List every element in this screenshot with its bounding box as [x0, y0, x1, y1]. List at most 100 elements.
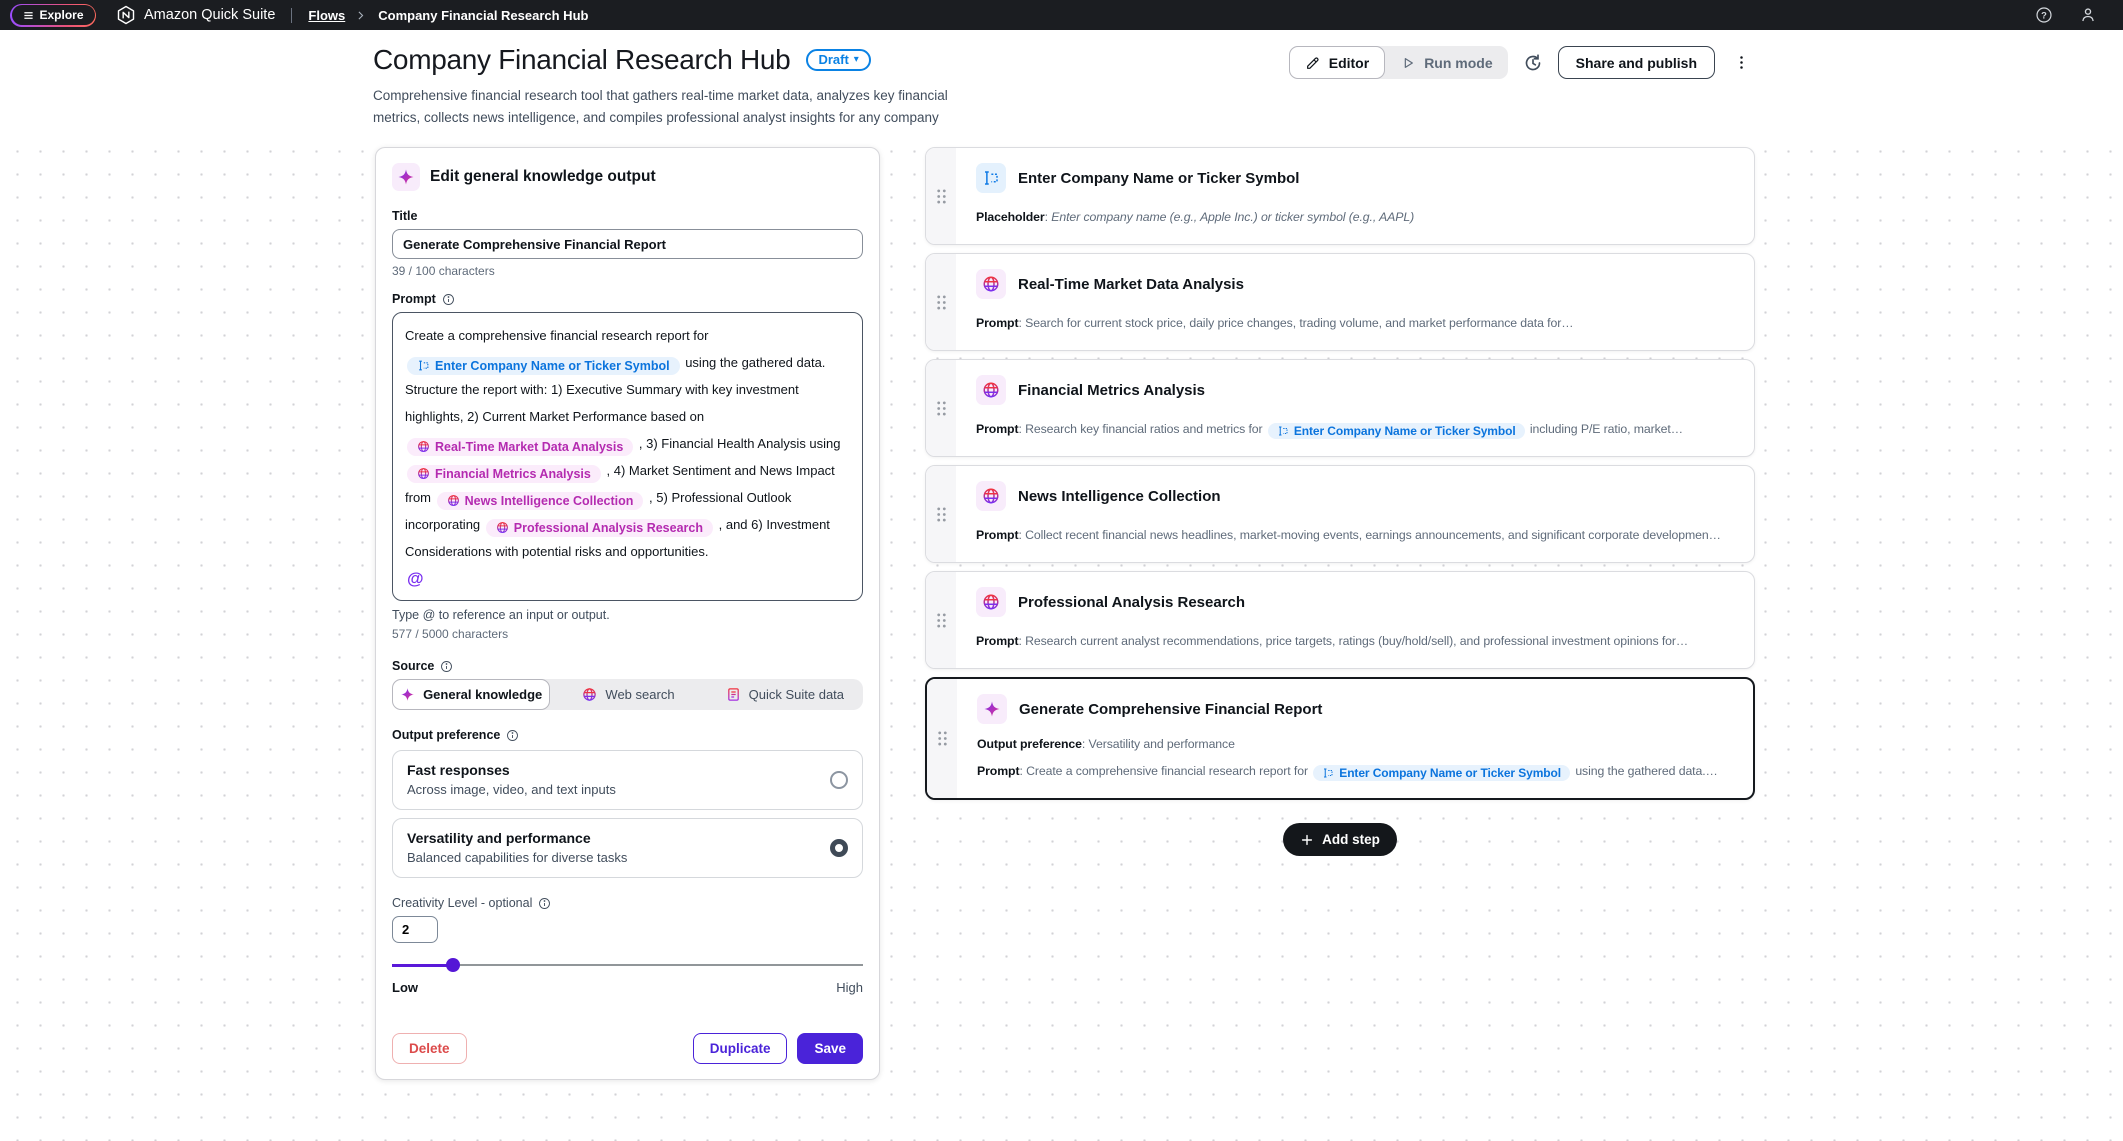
drag-handle[interactable]: [926, 148, 956, 244]
explore-button[interactable]: Explore: [10, 4, 96, 27]
version-history-button[interactable]: [1521, 49, 1545, 77]
tab-general-knowledge[interactable]: General knowledge: [392, 679, 550, 710]
step-card-news-intelligence[interactable]: News Intelligence Collection PromptColle…: [925, 465, 1755, 563]
reference-chip-company-input[interactable]: Enter Company Name or Ticker Symbol: [407, 357, 680, 375]
globe-icon: [976, 269, 1006, 299]
globe-icon: [496, 521, 509, 534]
slider-track[interactable]: [392, 964, 863, 966]
prompt-text: , 3) Financial Health Analysis using: [639, 436, 841, 451]
topbar-divider: [291, 8, 292, 23]
explore-label: Explore: [40, 8, 84, 22]
add-step-button[interactable]: Add step: [1283, 823, 1397, 856]
data-document-icon: [726, 687, 741, 702]
prompt-label: Prompt: [392, 292, 436, 306]
creativity-slider[interactable]: [392, 958, 863, 972]
slider-low-label: Low: [392, 980, 418, 995]
step-card-market-data[interactable]: Real-Time Market Data Analysis PromptSea…: [925, 253, 1755, 351]
meta-value: Collect recent financial news headlines,…: [1025, 528, 1721, 542]
drag-handle[interactable]: [927, 679, 957, 798]
flow-canvas: Edit general knowledge output Title 39 /…: [0, 130, 2123, 1141]
meta-value: Research key financial ratios and metric…: [1025, 422, 1262, 436]
option-fast-responses[interactable]: Fast responses Across image, video, and …: [392, 750, 863, 810]
slider-fill: [392, 964, 453, 967]
drag-handle[interactable]: [926, 466, 956, 562]
radio-fast-responses[interactable]: [830, 771, 848, 789]
step-title: News Intelligence Collection: [1018, 488, 1221, 505]
globe-icon: [976, 375, 1006, 405]
radio-versatility-selected[interactable]: [830, 839, 848, 857]
step-title: Real-Time Market Data Analysis: [1018, 276, 1244, 293]
duplicate-button[interactable]: Duplicate: [693, 1033, 788, 1064]
meta-label: Output preference: [977, 737, 1089, 751]
reference-chip-metrics[interactable]: Financial Metrics Analysis: [407, 465, 601, 483]
save-button[interactable]: Save: [797, 1033, 863, 1064]
kebab-icon: [1734, 55, 1749, 70]
status-draft-dropdown[interactable]: Draft ▾: [806, 49, 870, 71]
run-mode-label: Run mode: [1424, 55, 1492, 71]
user-button[interactable]: [2077, 4, 2099, 26]
meta-label: Prompt: [976, 634, 1025, 648]
edit-step-panel: Edit general knowledge output Title 39 /…: [375, 147, 880, 1080]
grip-dots-icon: [935, 399, 948, 418]
topbar: Explore Amazon Quick Suite Flows Company…: [0, 0, 2123, 30]
tab-web-search[interactable]: Web search: [550, 679, 706, 710]
editor-mode-label: Editor: [1329, 55, 1369, 71]
source-tabs: General knowledge Web search Quick Suite…: [392, 679, 863, 710]
help-button[interactable]: ?: [2033, 4, 2055, 26]
step-list: Enter Company Name or Ticker Symbol Plac…: [925, 147, 1755, 856]
globe-icon: [417, 467, 430, 480]
more-actions-button[interactable]: [1728, 51, 1755, 74]
step-title: Enter Company Name or Ticker Symbol: [1018, 170, 1299, 187]
tab-quick-suite-data[interactable]: Quick Suite data: [707, 679, 863, 710]
breadcrumb-flows-link[interactable]: Flows: [308, 8, 345, 23]
page-header: Company Financial Research Hub Draft ▾ C…: [0, 30, 2123, 130]
status-badge: Draft: [818, 52, 848, 67]
reference-chip-news[interactable]: News Intelligence Collection: [437, 492, 644, 510]
meta-value: Enter company name (e.g., Apple Inc.) or…: [1051, 210, 1414, 224]
sparkle-icon: [400, 687, 415, 702]
reference-chip-analysis[interactable]: Professional Analysis Research: [486, 519, 713, 537]
globe-icon: [447, 494, 460, 507]
plus-icon: [1300, 833, 1314, 847]
brand[interactable]: Amazon Quick Suite: [116, 5, 275, 25]
page-title: Company Financial Research Hub: [373, 44, 790, 76]
at-mention-button[interactable]: @: [405, 569, 426, 589]
delete-button[interactable]: Delete: [392, 1033, 467, 1064]
step-title: Professional Analysis Research: [1018, 594, 1245, 611]
brand-label: Amazon Quick Suite: [144, 7, 275, 23]
meta-label: Prompt: [976, 316, 1025, 330]
prompt-editor[interactable]: Create a comprehensive financial researc…: [392, 312, 863, 601]
output-preference-label: Output preference: [392, 728, 500, 742]
step-card-financial-metrics[interactable]: Financial Metrics Analysis PromptResearc…: [925, 359, 1755, 457]
input-field-icon: [976, 163, 1006, 193]
step-card-company-input[interactable]: Enter Company Name or Ticker Symbol Plac…: [925, 147, 1755, 245]
prompt-text: Create a comprehensive financial researc…: [405, 328, 708, 343]
creativity-input[interactable]: [392, 916, 438, 943]
sparkle-icon: [977, 694, 1007, 724]
drag-handle[interactable]: [926, 254, 956, 350]
option-subtitle: Balanced capabilities for diverse tasks: [407, 850, 627, 865]
step-card-professional-analysis[interactable]: Professional Analysis Research PromptRes…: [925, 571, 1755, 669]
run-mode-button[interactable]: Run mode: [1385, 46, 1507, 79]
panel-heading: Edit general knowledge output: [430, 168, 656, 186]
share-publish-button[interactable]: Share and publish: [1558, 46, 1715, 79]
step-card-generate-report-selected[interactable]: Generate Comprehensive Financial Report …: [925, 677, 1755, 800]
grip-dots-icon: [935, 611, 948, 630]
reference-chip-company-input: Enter Company Name or Ticker Symbol: [1268, 423, 1525, 439]
meta-value: Research current analyst recommendations…: [1025, 634, 1688, 648]
chevron-down-icon: ▾: [854, 55, 859, 65]
option-versatility-performance[interactable]: Versatility and performance Balanced cap…: [392, 818, 863, 878]
info-icon: [442, 293, 455, 306]
pencil-icon: [1305, 55, 1321, 71]
drag-handle[interactable]: [926, 572, 956, 668]
reference-chip-market-data[interactable]: Real-Time Market Data Analysis: [407, 438, 633, 456]
at-hint: Type @ to reference an input or output.: [392, 608, 863, 622]
slider-thumb[interactable]: [446, 958, 460, 972]
grip-dots-icon: [936, 729, 949, 748]
meta-label: Placeholder: [976, 210, 1051, 224]
drag-handle[interactable]: [926, 360, 956, 456]
input-field-icon: [1322, 767, 1334, 779]
grip-dots-icon: [935, 505, 948, 524]
title-input[interactable]: [392, 229, 863, 259]
editor-mode-button[interactable]: Editor: [1289, 46, 1385, 79]
